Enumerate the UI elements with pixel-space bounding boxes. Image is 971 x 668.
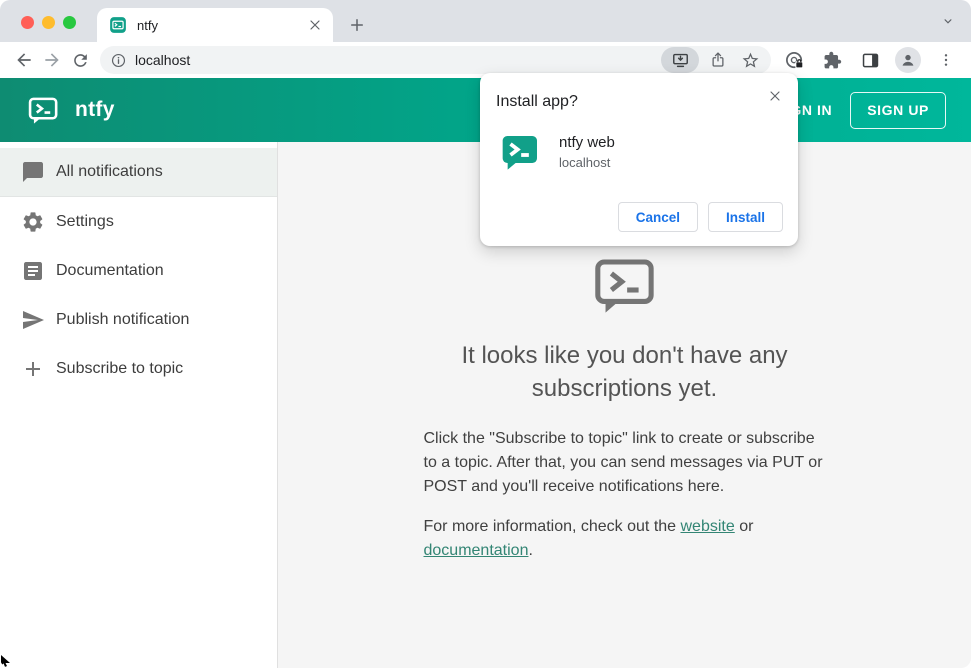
sidebar-item-label: Settings xyxy=(56,212,114,230)
profile-avatar[interactable] xyxy=(895,47,921,73)
sidebar-item-label: Documentation xyxy=(56,261,164,279)
install-app-icon[interactable] xyxy=(661,47,699,73)
sidebar-item-publish-notification[interactable]: Publish notification xyxy=(0,295,277,344)
tab-search-chevron-icon[interactable] xyxy=(937,10,959,32)
sidebar-item-all-notifications[interactable]: All notifications xyxy=(0,148,277,197)
tab-favicon-icon xyxy=(109,16,127,34)
sidebar-item-subscribe-to-topic[interactable]: Subscribe to topic xyxy=(0,344,277,393)
dialog-app-name: ntfy web xyxy=(559,134,615,151)
app-title: ntfy xyxy=(75,98,115,121)
sidebar-item-label: All notifications xyxy=(56,163,163,180)
tab-strip: ntfy xyxy=(0,0,971,42)
dialog-close-icon[interactable] xyxy=(765,86,785,106)
tab-close-icon[interactable] xyxy=(307,17,323,33)
address-bar[interactable]: localhost xyxy=(100,46,771,74)
new-tab-icon[interactable] xyxy=(345,13,369,37)
sidebar-item-documentation[interactable]: Documentation xyxy=(0,246,277,295)
macos-traffic-lights xyxy=(21,16,76,29)
sidebar-item-label: Subscribe to topic xyxy=(56,359,184,377)
gear-icon xyxy=(21,210,45,234)
documentation-link[interactable]: documentation xyxy=(424,542,529,559)
password-manager-icon[interactable] xyxy=(781,47,807,73)
install-app-dialog: Install app? ntfy web localhost Cancel I… xyxy=(480,73,798,246)
article-icon xyxy=(21,259,45,283)
sidebar: All notifications Settings Documentation… xyxy=(0,142,278,668)
ntfy-logo-icon xyxy=(28,95,59,126)
minimize-window-button[interactable] xyxy=(42,16,55,29)
sidebar-item-label: Publish notification xyxy=(56,310,190,328)
forward-icon[interactable] xyxy=(38,46,66,74)
ntfy-empty-state-logo-icon xyxy=(424,254,826,323)
more-info-text: or xyxy=(734,518,754,535)
mouse-cursor xyxy=(1,655,10,667)
url-text: localhost xyxy=(135,52,191,68)
dialog-app-origin: localhost xyxy=(559,155,611,170)
dialog-app-row: ntfy web localhost xyxy=(500,132,782,172)
plus-icon xyxy=(21,357,45,381)
toolbar-extensions-area xyxy=(781,47,963,73)
send-icon xyxy=(21,308,45,332)
share-icon[interactable] xyxy=(705,47,731,73)
more-info-text: . xyxy=(528,542,533,559)
tab-title: ntfy xyxy=(137,17,158,33)
more-info-text: For more information, check out the xyxy=(423,518,681,535)
cancel-button[interactable]: Cancel xyxy=(617,202,698,232)
site-info-icon[interactable] xyxy=(110,52,127,69)
browser-tab[interactable]: ntfy xyxy=(97,8,333,42)
reload-icon[interactable] xyxy=(66,46,94,74)
side-panel-icon[interactable] xyxy=(857,47,883,73)
dialog-app-icon xyxy=(500,132,540,172)
chat-bubble-icon xyxy=(21,160,45,184)
empty-state-heading: It looks like you don't have any subscri… xyxy=(461,342,788,402)
install-button[interactable]: Install xyxy=(707,202,783,232)
browser-window: ntfy localhost ntfy SIGN IN SIGN UP All … xyxy=(0,0,971,668)
dialog-title: Install app? xyxy=(496,93,578,110)
bookmark-star-icon[interactable] xyxy=(737,47,763,73)
zoom-window-button[interactable] xyxy=(63,16,76,29)
back-icon[interactable] xyxy=(10,46,38,74)
sign-up-button[interactable]: SIGN UP xyxy=(850,91,946,129)
empty-state-paragraph: Click the "Subscribe to topic" link to c… xyxy=(423,430,823,495)
more-info-paragraph: For more information, check out the webs… xyxy=(424,515,826,563)
close-window-button[interactable] xyxy=(21,16,34,29)
extensions-puzzle-icon[interactable] xyxy=(819,47,845,73)
sidebar-item-settings[interactable]: Settings xyxy=(0,197,277,246)
website-link[interactable]: website xyxy=(681,518,735,535)
browser-toolbar: localhost xyxy=(0,42,971,78)
menu-kebab-icon[interactable] xyxy=(933,47,959,73)
